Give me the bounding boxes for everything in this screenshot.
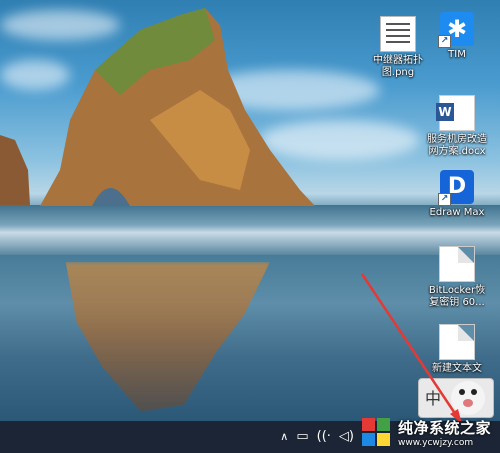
desktop-icon-edraw-max[interactable]: D ↗ Edraw Max (425, 170, 489, 219)
show-hidden-icons-chevron-icon[interactable]: ∧ (280, 421, 288, 453)
desktop-icon-repeater-topology[interactable]: 中继器拓扑 图.png (366, 16, 430, 79)
desktop-icon-new-text[interactable]: 新建文本文 (425, 324, 489, 375)
icon-label: TIM (448, 49, 466, 60)
shortcut-arrow-icon: ↗ (438, 35, 451, 48)
icon-label: 服务机房改造 网方案.docx (427, 134, 487, 157)
tim-icon: ✱ ↗ (438, 12, 474, 48)
desktop-icon-tim[interactable]: ✱ ↗ TIM (425, 12, 489, 61)
rock-reflection (65, 262, 270, 412)
image-file-icon (380, 16, 416, 52)
icon-label: 中继器拓扑 图.png (373, 55, 423, 78)
desktop-icon-bitlocker[interactable]: BitLocker恢 复密钥 60... (425, 246, 489, 309)
battery-icon[interactable]: ▭ (296, 421, 308, 453)
text-file-icon (439, 324, 475, 360)
shortcut-arrow-icon: ↗ (438, 193, 451, 206)
windows-logo-icon (362, 417, 394, 448)
site-watermark: 纯净系统之家 www.ycwjzy.com (362, 412, 500, 453)
desktop-icon-word-doc[interactable]: W 服务机房改造 网方案.docx (425, 95, 489, 158)
icon-label: BitLocker恢 复密钥 60... (428, 285, 486, 308)
watermark-url: www.ycwjzy.com (398, 438, 474, 448)
watermark-title: 纯净系统之家 (398, 419, 492, 437)
system-tray: ∧ ▭ ((· ◁) (280, 421, 360, 453)
ime-mode-toggle[interactable]: 中 (425, 385, 441, 409)
icon-label: Edraw Max (429, 207, 485, 218)
icon-label: 新建文本文 (432, 363, 482, 374)
ime-mascot-icon[interactable] (451, 381, 485, 415)
text-file-icon (439, 246, 475, 282)
wifi-icon[interactable]: ((· (317, 421, 331, 453)
word-file-icon: W (436, 95, 475, 131)
edraw-icon: D ↗ (438, 170, 474, 206)
volume-icon[interactable]: ◁) (339, 421, 354, 453)
